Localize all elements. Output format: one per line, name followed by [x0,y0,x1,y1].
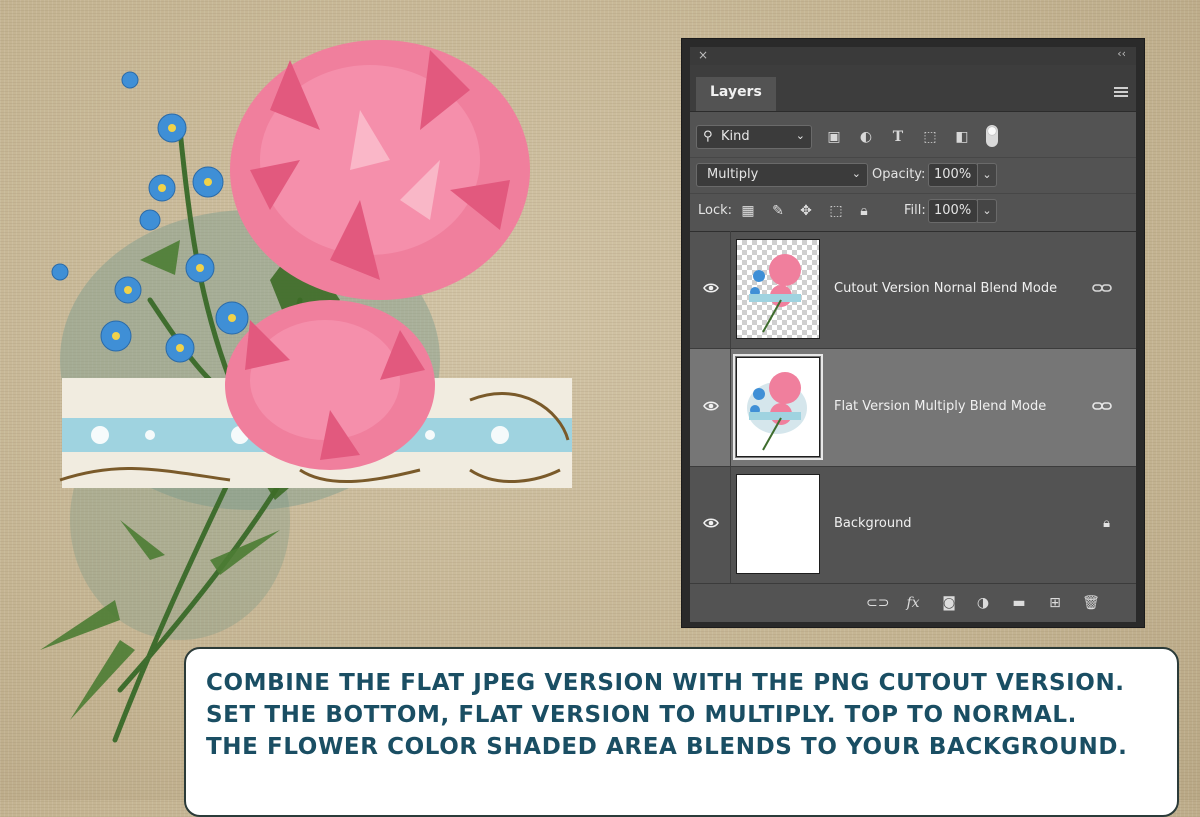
lock-label: Lock: [698,203,733,218]
layer-name: Cutout Version Nornal Blend Mode [834,281,1058,296]
layer-row[interactable]: Cutout Version Nornal Blend Mode [690,231,1136,349]
carnation-small [225,300,435,470]
lock-transparent-pixels-icon[interactable]: ▦ [738,201,758,221]
layer-name: Background [834,516,912,531]
chevron-down-icon: ⌄ [851,167,861,180]
layer-row[interactable]: Background 🔒︎ [690,466,1136,584]
link-layers-icon[interactable]: ⊂⊃ [866,593,889,613]
caption-box: COMBINE THE FLAT JPEG VERSION WITH THE P… [184,647,1179,817]
blend-mode-select[interactable]: Multiply ⌄ [696,163,868,187]
add-mask-icon[interactable]: ◙ [938,593,960,613]
eye-icon [703,283,719,293]
chevron-down-icon: ⌄ [795,129,805,142]
layer-thumbnail[interactable] [736,239,820,339]
fill-chevron-icon[interactable]: ⌄ [977,199,997,223]
eye-icon [703,401,719,411]
link-icon [1092,402,1112,410]
opacity-chevron-icon[interactable]: ⌄ [977,163,997,187]
lock-image-pixels-icon[interactable]: ✎ [768,201,788,221]
layers-panel: × ‹‹ Layers ⚲ Kind ⌄ ▣ ◐ T ⬚ ◧ Multiply … [681,38,1145,628]
lock-all-icon[interactable]: 🔒︎ [854,201,874,221]
pixel-layer-filter-icon[interactable]: ▣ [824,127,844,147]
search-icon: ⚲ [703,129,713,144]
lock-artboard-icon[interactable]: ⬚ [826,201,846,221]
flower-artwork [40,40,572,743]
caption-line-3: THE FLOWER COLOR SHADED AREA BLENDS TO Y… [206,734,1128,760]
filter-toggle[interactable] [986,125,998,147]
layer-row-selected[interactable]: Flat Version Multiply Blend Mode [690,349,1136,467]
layer-thumbnail[interactable] [733,354,823,460]
layers-panel-body: × ‹‹ Layers ⚲ Kind ⌄ ▣ ◐ T ⬚ ◧ Multiply … [690,47,1136,622]
blend-row: Multiply ⌄ Opacity: 100% ⌄ [690,157,1136,194]
trash-icon[interactable]: 🗑︎ [1080,593,1102,613]
panel-titlebar: × ‹‹ [690,47,1136,65]
filter-row: ⚲ Kind ⌄ ▣ ◐ T ⬚ ◧ [690,117,1136,158]
fx-icon[interactable]: fx [902,593,924,613]
visibility-toggle[interactable] [690,349,731,466]
eye-icon [703,518,719,528]
link-icon [1092,284,1112,292]
fill-input[interactable]: 100% [928,199,978,223]
fill-label: Fill: [904,203,926,218]
adjustment-layer-filter-icon[interactable]: ◐ [856,127,876,147]
adjustment-layer-icon[interactable]: ◑ [972,593,994,613]
opacity-input[interactable]: 100% [928,163,978,187]
tab-layers[interactable]: Layers [696,77,776,111]
blend-mode-value: Multiply [707,167,759,182]
panel-menu-icon[interactable] [1114,87,1128,99]
new-group-folder-icon[interactable]: ▬ [1008,593,1030,613]
visibility-toggle[interactable] [690,231,731,348]
carnation-large [230,40,530,300]
layer-thumbnail[interactable] [736,474,820,574]
smart-object-filter-icon[interactable]: ◧ [952,127,972,147]
opacity-label: Opacity: [872,167,926,182]
lock-position-icon[interactable]: ✥ [796,201,816,221]
caption-line-1: COMBINE THE FLAT JPEG VERSION WITH THE P… [206,670,1125,696]
close-icon[interactable]: × [698,48,708,62]
lock-icon: 🔒︎ [1103,516,1110,531]
new-layer-icon[interactable]: ⊞ [1044,593,1066,613]
layer-name: Flat Version Multiply Blend Mode [834,399,1047,414]
caption-line-2: SET THE BOTTOM, FLAT VERSION TO MULTIPLY… [206,702,1078,728]
visibility-toggle[interactable] [690,466,731,583]
shape-layer-filter-icon[interactable]: ⬚ [920,127,940,147]
panel-bottom-toolbar: ⊂⊃ fx ◙ ◑ ▬ ⊞ 🗑︎ [690,583,1136,622]
filter-kind-label: Kind [721,129,750,144]
type-layer-filter-icon[interactable]: T [888,127,908,147]
filter-kind-select[interactable]: ⚲ Kind ⌄ [696,125,812,149]
collapse-icon[interactable]: ‹‹ [1117,47,1126,60]
panel-tab-row: Layers [690,65,1136,112]
lock-row: Lock: ▦ ✎ ✥ ⬚ 🔒︎ Fill: 100% ⌄ [690,193,1136,232]
